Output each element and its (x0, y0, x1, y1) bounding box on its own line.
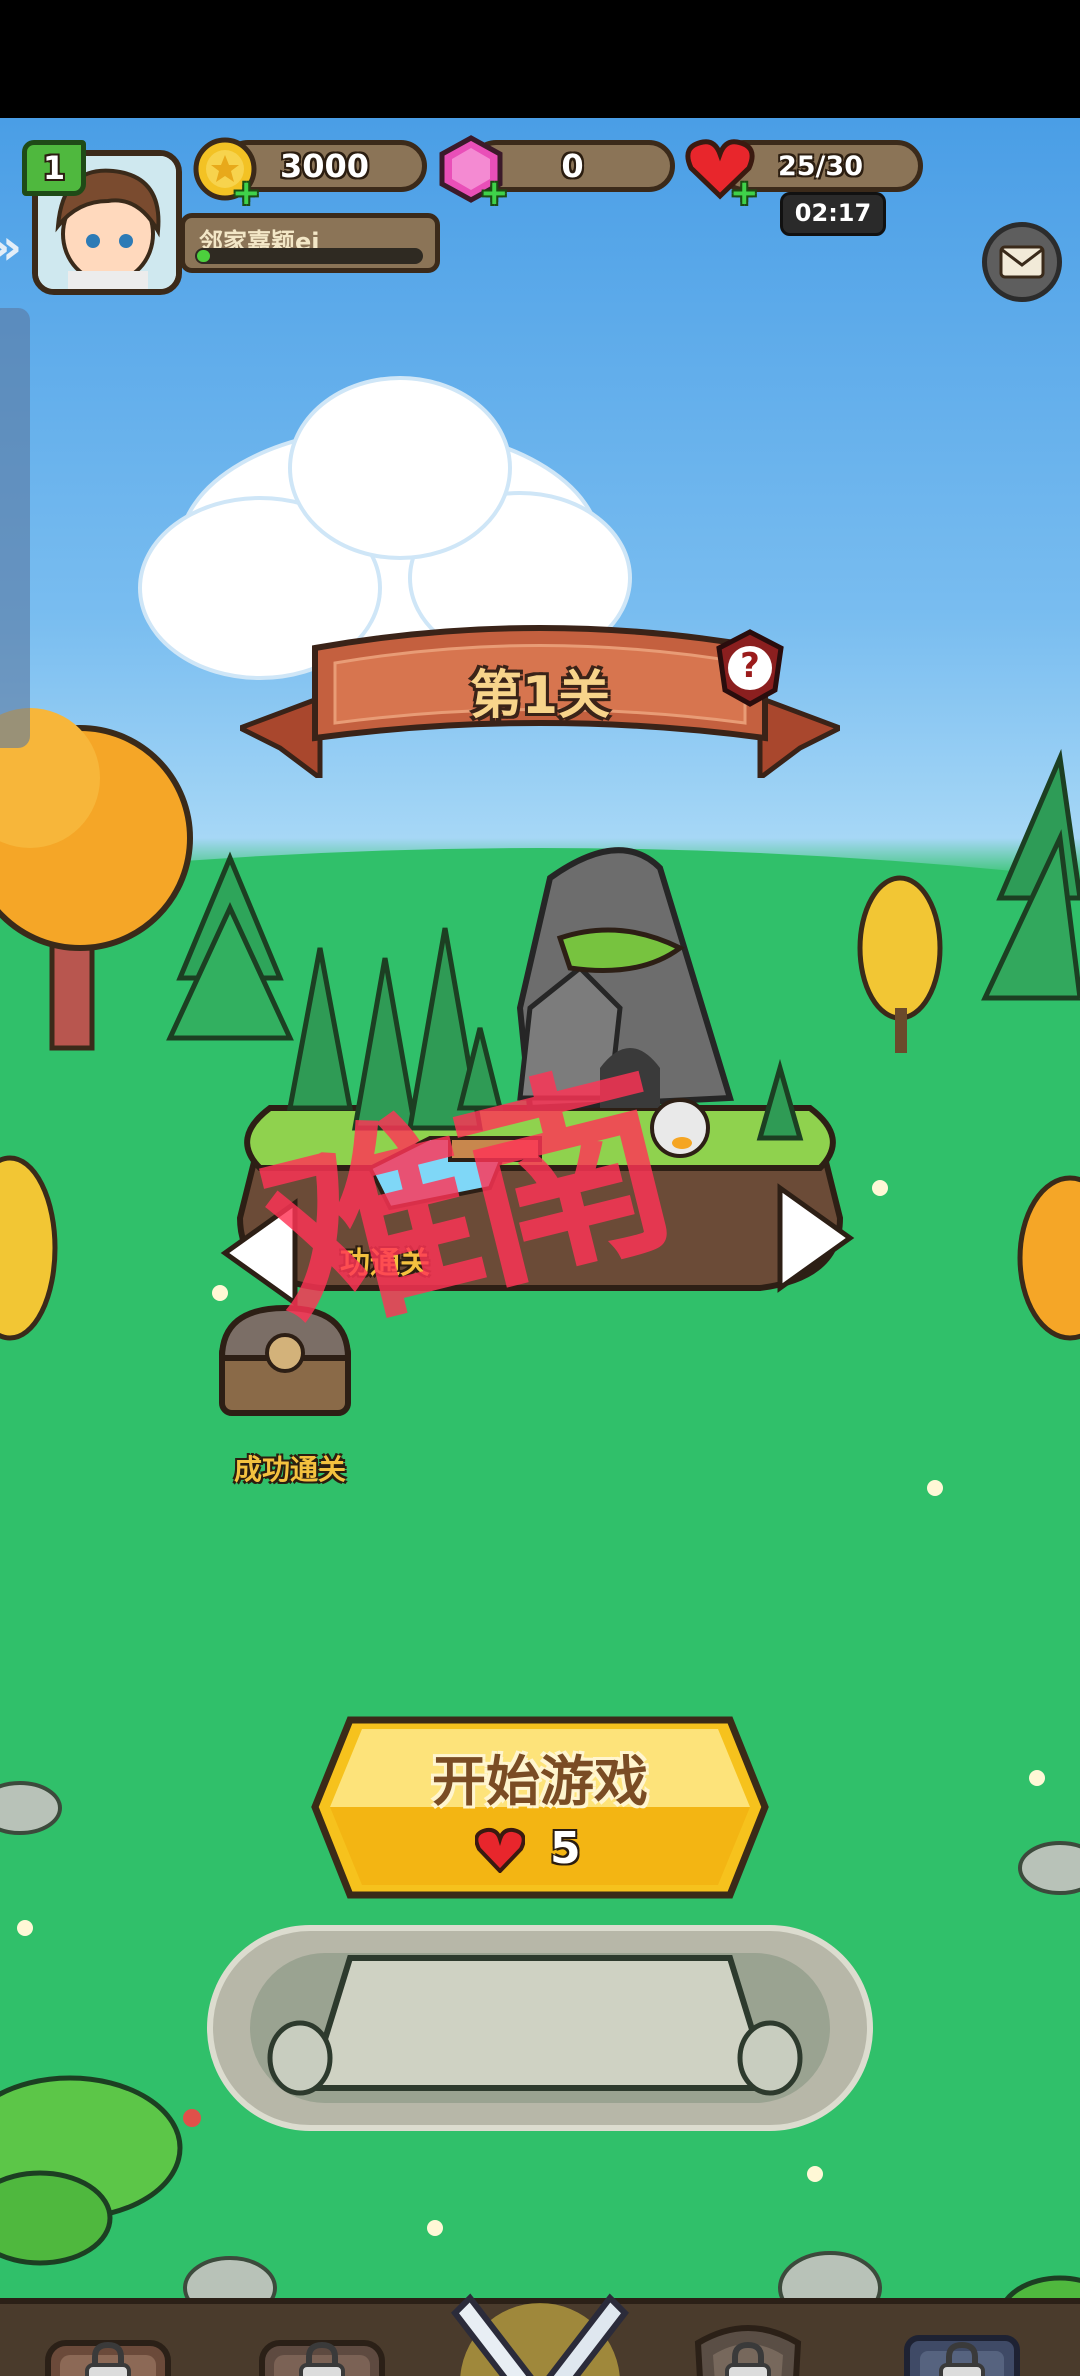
level-number: 1 (42, 149, 66, 187)
player-info-panel: 邻家嘉颖ei (180, 213, 440, 273)
game-scene: 第1关 ? 功通关 成功通关 难南 开始游戏 5 1 邻家嘉颖ei 3000 +… (0, 118, 1080, 2376)
lock-icon (85, 2341, 131, 2376)
mail-button[interactable] (982, 222, 1062, 302)
add-coins-button[interactable]: + (232, 176, 261, 210)
crossed-swords-icon (451, 2293, 629, 2376)
mail-icon (999, 245, 1045, 279)
stage-info-button[interactable]: ? (715, 628, 785, 708)
nav-shop[interactable]: 商城 (38, 2313, 178, 2376)
lock-icon (939, 2341, 985, 2376)
lives-timer: 02:17 (780, 192, 886, 236)
player-avatar[interactable]: 1 (22, 140, 187, 300)
help-symbol: ? (740, 646, 760, 686)
start-cost: 5 (550, 1823, 581, 1874)
nav-lord[interactable]: 领主 (252, 2313, 392, 2376)
side-drawer-handle[interactable] (0, 308, 30, 748)
start-game-button[interactable]: 开始游戏 5 (310, 1715, 770, 1900)
lock-icon (299, 2341, 345, 2376)
nav-battle[interactable]: 战斗 (430, 2278, 650, 2376)
nav-heroes[interactable]: 英雄 (678, 2313, 818, 2376)
status-bar (0, 0, 1080, 118)
nav-guild[interactable]: 公会 (892, 2313, 1032, 2376)
add-gems-button[interactable]: + (480, 176, 509, 210)
heart-icon (474, 1827, 526, 1874)
lock-icon (725, 2341, 771, 2376)
level-badge: 1 (22, 140, 86, 196)
chest-label: 成功通关 (233, 1453, 346, 1486)
lives-timer-text: 02:17 (794, 199, 872, 227)
start-game-label: 开始游戏 (432, 1750, 648, 1813)
add-lives-button[interactable]: + (730, 176, 759, 210)
expand-chevron-icon[interactable]: » (0, 218, 40, 298)
xp-bar-fill (197, 250, 210, 262)
stage-banner: 第1关 ? (240, 618, 840, 778)
next-stage-arrow[interactable] (770, 1178, 860, 1298)
xp-bar (195, 248, 423, 264)
